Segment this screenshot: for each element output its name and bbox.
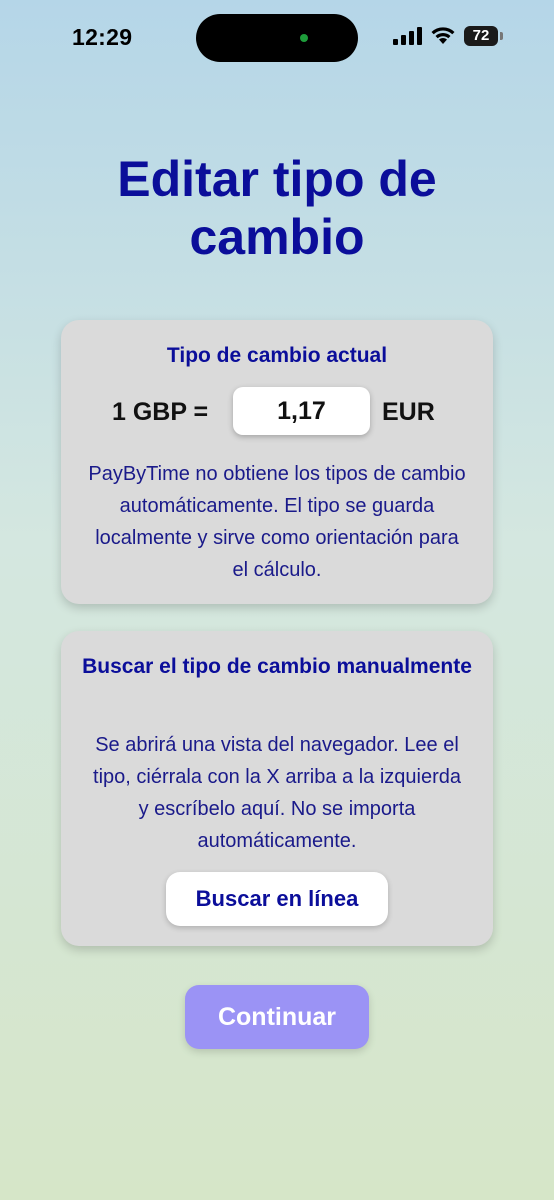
search-online-button[interactable]: Buscar en línea — [166, 872, 388, 926]
current-rate-description: PayByTime no obtiene los tipos de cambio… — [88, 463, 466, 581]
dynamic-island — [196, 14, 358, 62]
battery-cap — [500, 32, 503, 40]
camera-indicator-icon — [300, 34, 308, 42]
cellular-signal-icon — [393, 27, 422, 45]
page-title: Editar tipo de cambio — [117, 151, 437, 265]
search-rate-card: Buscar el tipo de cambio manualmente Se … — [61, 631, 493, 946]
rate-suffix: EUR — [382, 398, 435, 426]
search-rate-title: Buscar el tipo de cambio manualmente — [82, 655, 472, 678]
rate-prefix: 1 GBP = — [112, 398, 209, 426]
wifi-icon — [431, 27, 455, 44]
battery-icon: 72 — [464, 26, 498, 46]
search-rate-description: Se abrirá una vista del navegador. Lee e… — [93, 734, 461, 852]
continue-button[interactable]: Continuar — [185, 985, 369, 1049]
status-time: 12:29 — [72, 24, 133, 50]
status-bar: 12:29 72 — [0, 0, 554, 76]
current-rate-title: Tipo de cambio actual — [166, 344, 388, 367]
rate-row: 1 GBP = EUR — [61, 387, 493, 437]
current-rate-card: Tipo de cambio actual 1 GBP = EUR PayByT… — [61, 320, 493, 604]
rate-input[interactable] — [233, 387, 370, 435]
